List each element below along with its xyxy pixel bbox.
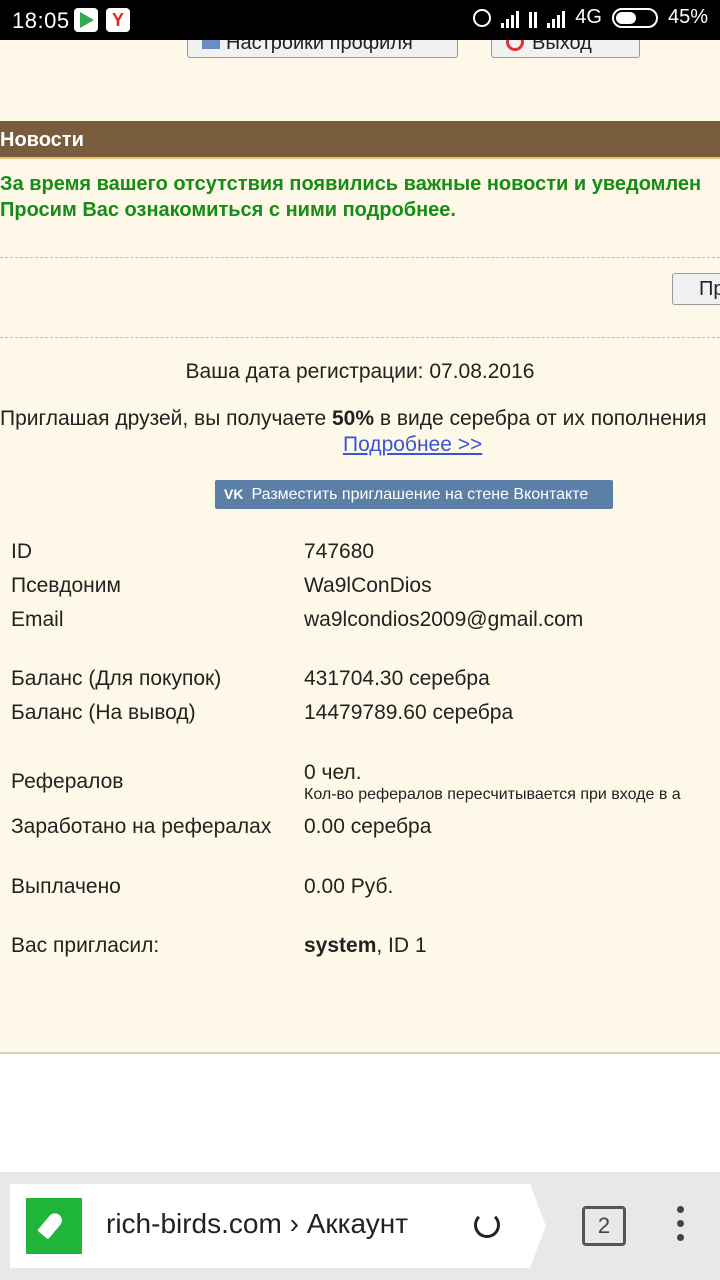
id-label: ID — [11, 540, 32, 563]
balance-withdraw-value: 14479789.60 серебра — [304, 701, 514, 724]
news-header: Новости — [0, 121, 720, 159]
site-favicon-rocket-icon — [26, 1198, 82, 1254]
browser-toolbar: rich-birds.com › Аккаунт 2 — [0, 1172, 720, 1280]
earned-value: 0.00 серебра — [304, 815, 432, 838]
balance-withdraw-label: Баланс (На вывод) — [11, 701, 196, 724]
email-label: Email — [11, 608, 64, 631]
vk-icon: VK — [224, 486, 244, 502]
logout-button[interactable]: Выход — [491, 40, 640, 58]
paid-label: Выплачено — [11, 875, 121, 898]
balance-buy-label: Баланс (Для покупок) — [11, 667, 222, 690]
profile-settings-button[interactable]: Настройки профиля — [187, 40, 458, 58]
id-value: 747680 — [304, 540, 375, 563]
network-type: 4G — [575, 6, 602, 28]
yandex-icon: Y — [106, 8, 130, 32]
signal-icon — [501, 8, 520, 28]
signal-icon-2 — [547, 8, 566, 28]
registration-date: Ваша дата регистрации: 07.08.2016 — [185, 360, 535, 383]
wrench-icon — [202, 40, 220, 49]
divider — [0, 257, 720, 258]
url-text: rich-birds.com › Аккаунт — [106, 1208, 409, 1239]
tabs-button[interactable]: 2 — [582, 1206, 626, 1246]
referral-info: Приглашая друзей, вы получаете 50% в вид… — [0, 407, 707, 430]
status-time: 18:05 — [12, 8, 70, 33]
news-details-button[interactable]: Пр — [672, 273, 720, 305]
reload-icon[interactable] — [474, 1212, 500, 1238]
address-bar[interactable]: rich-birds.com › Аккаунт — [10, 1184, 546, 1268]
divider — [0, 337, 720, 338]
more-details-link[interactable]: Подробнее >> — [343, 433, 482, 457]
balance-buy-value: 431704.30 серебра — [304, 667, 490, 690]
data-transfer-icon — [529, 8, 538, 28]
news-message: За время вашего отсутствия появились важ… — [0, 173, 702, 221]
account-page: Настройки профиля Выход Новости За время… — [0, 40, 720, 1054]
play-store-icon — [74, 8, 98, 32]
referrals-value: 0 чел. — [304, 761, 362, 784]
status-bar: 18:05 Y 4G 45% — [0, 0, 720, 40]
earned-label: Заработано на рефералах — [11, 815, 272, 838]
nickname-label: Псевдоним — [11, 574, 121, 597]
inviter-label: Вас пригласил: — [11, 934, 160, 957]
more-menu-icon[interactable] — [672, 1206, 688, 1246]
paid-value: 0.00 Руб. — [304, 875, 394, 898]
nickname-value: Wa9lConDios — [304, 574, 432, 597]
referrals-note: Кол-во рефералов пересчитывается при вхо… — [304, 786, 681, 803]
battery-percent: 45% — [667, 6, 708, 28]
battery-icon — [611, 7, 658, 28]
email-value: wa9lcondios2009@gmail.com — [304, 608, 584, 631]
referrals-label: Рефералов — [11, 770, 124, 793]
power-icon — [506, 40, 524, 51]
alarm-icon — [473, 8, 492, 27]
vk-share-button[interactable]: VK Разместить приглашение на стене Вконта… — [215, 480, 613, 509]
inviter-value: system, ID 1 — [304, 934, 427, 957]
